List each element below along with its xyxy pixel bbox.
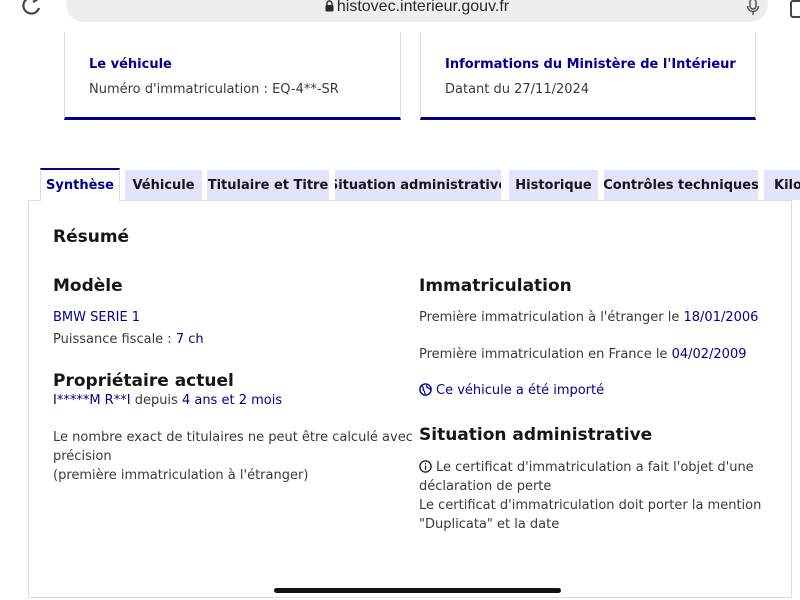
admin-line: Le certificat d'immatriculation a fait l… (419, 458, 761, 477)
registration-heading: Immatriculation (419, 276, 572, 296)
admin-line: déclaration de perte (419, 479, 552, 494)
synthese-panel: Résumé Modèle BMW SERIE 1 Puissance fisc… (28, 200, 792, 598)
admin-line-text: Le certificat d'immatriculation a fait l… (436, 460, 754, 475)
france-registration: Première immatriculation en France le 04… (419, 345, 747, 364)
fiscal-power-value: 7 ch (175, 332, 204, 347)
fiscal-power-label: Puissance fiscale : (53, 332, 176, 347)
owner-duration: 4 ans et 2 mois (181, 393, 283, 408)
report-date: Datant du 27/11/2024 (445, 82, 590, 97)
tab-titulaire[interactable]: Titulaire et Titre (207, 170, 329, 200)
url-text: histovec.interieur.gouv.fr (336, 0, 510, 15)
admin-heading: Situation administrative (419, 425, 653, 445)
admin-line: Le certificat d'immatriculation doit por… (419, 498, 762, 513)
globe-icon (419, 383, 432, 396)
ministry-card: Informations du Ministère de l'Intérieur… (420, 32, 756, 120)
admin-details: Le certificat d'immatriculation a fait l… (419, 458, 761, 534)
tab-vehicule[interactable]: Véhicule (125, 170, 202, 200)
summary-title: Résumé (53, 227, 130, 247)
info-icon (419, 460, 432, 473)
vehicle-card-title: Le véhicule (89, 57, 172, 72)
foreign-registration-label: Première immatriculation à l'étranger le (419, 310, 684, 325)
model-heading: Modèle (53, 276, 123, 296)
owner-name: I*****M R**I (53, 393, 131, 408)
imported-vehicle-link[interactable]: Ce véhicule a été importé (419, 383, 604, 398)
owner-line: I*****M R**I depuis 4 ans et 2 mois (53, 391, 282, 410)
lock-icon (325, 0, 334, 12)
reload-icon[interactable] (18, 0, 46, 20)
model-name: BMW SERIE 1 (53, 310, 141, 325)
foreign-registration-date: 18/01/2006 (683, 310, 759, 325)
address-bar[interactable]: histovec.interieur.gouv.fr (66, 0, 768, 22)
browser-toolbar: histovec.interieur.gouv.fr (0, 0, 800, 32)
fiscal-power: Puissance fiscale : 7 ch (53, 330, 204, 349)
owner-since-label: depuis (130, 393, 182, 408)
foreign-registration: Première immatriculation à l'étranger le… (419, 308, 758, 327)
admin-line: "Duplicata" et la date (419, 517, 560, 532)
france-registration-date: 04/02/2009 (671, 347, 747, 362)
tab-controles-techniques[interactable]: Contrôles techniques (604, 170, 758, 200)
note-line: (première immatriculation à l'étranger) (53, 468, 309, 483)
ministry-card-title: Informations du Ministère de l'Intérieur (445, 57, 736, 72)
imported-vehicle-text: Ce véhicule a été importé (436, 383, 605, 398)
owner-heading: Propriétaire actuel (53, 371, 234, 391)
home-indicator[interactable] (274, 588, 561, 593)
note-line: Le nombre exact de titulaires ne peut êt… (53, 430, 413, 445)
owner-count-note: Le nombre exact de titulaires ne peut êt… (53, 428, 413, 485)
note-line: précision (53, 449, 112, 464)
tab-synthese[interactable]: Synthèse (40, 168, 120, 201)
registration-number: Numéro d'immatriculation : EQ-4**-SR (89, 82, 339, 97)
tabs-overview-icon[interactable] (790, 0, 800, 18)
vehicle-card: Le véhicule Numéro d'immatriculation : E… (64, 32, 401, 120)
tab-situation-administrative[interactable]: Situation administrative (335, 170, 501, 200)
tab-historique[interactable]: Historique (509, 170, 598, 200)
tab-kilometrage[interactable]: Kilo (764, 170, 800, 200)
tab-bar: Synthèse Véhicule Titulaire et Titre Sit… (40, 168, 800, 201)
microphone-icon[interactable] (746, 0, 760, 16)
france-registration-label: Première immatriculation en France le (419, 347, 672, 362)
